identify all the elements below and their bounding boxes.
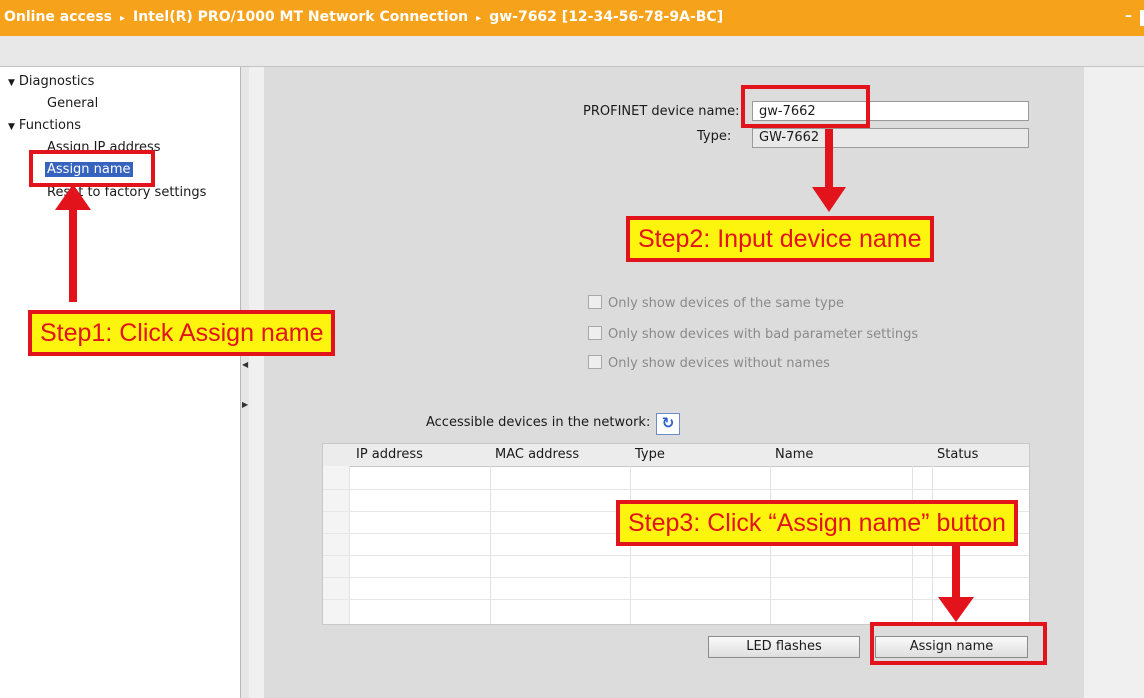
arrow-step2-head [812,187,846,212]
callout-step2: Step2: Input device name [626,216,934,262]
arrow-step1-shaft [69,206,77,302]
callout-step1: Step1: Click Assign name [28,310,336,356]
callout-step3: Step3: Click “Assign name” button [616,500,1018,546]
arrow-step1-head [55,184,91,210]
arrow-step3-shaft [952,544,960,602]
arrow-step2-shaft [825,129,833,191]
arrow-step3-head [938,597,974,622]
